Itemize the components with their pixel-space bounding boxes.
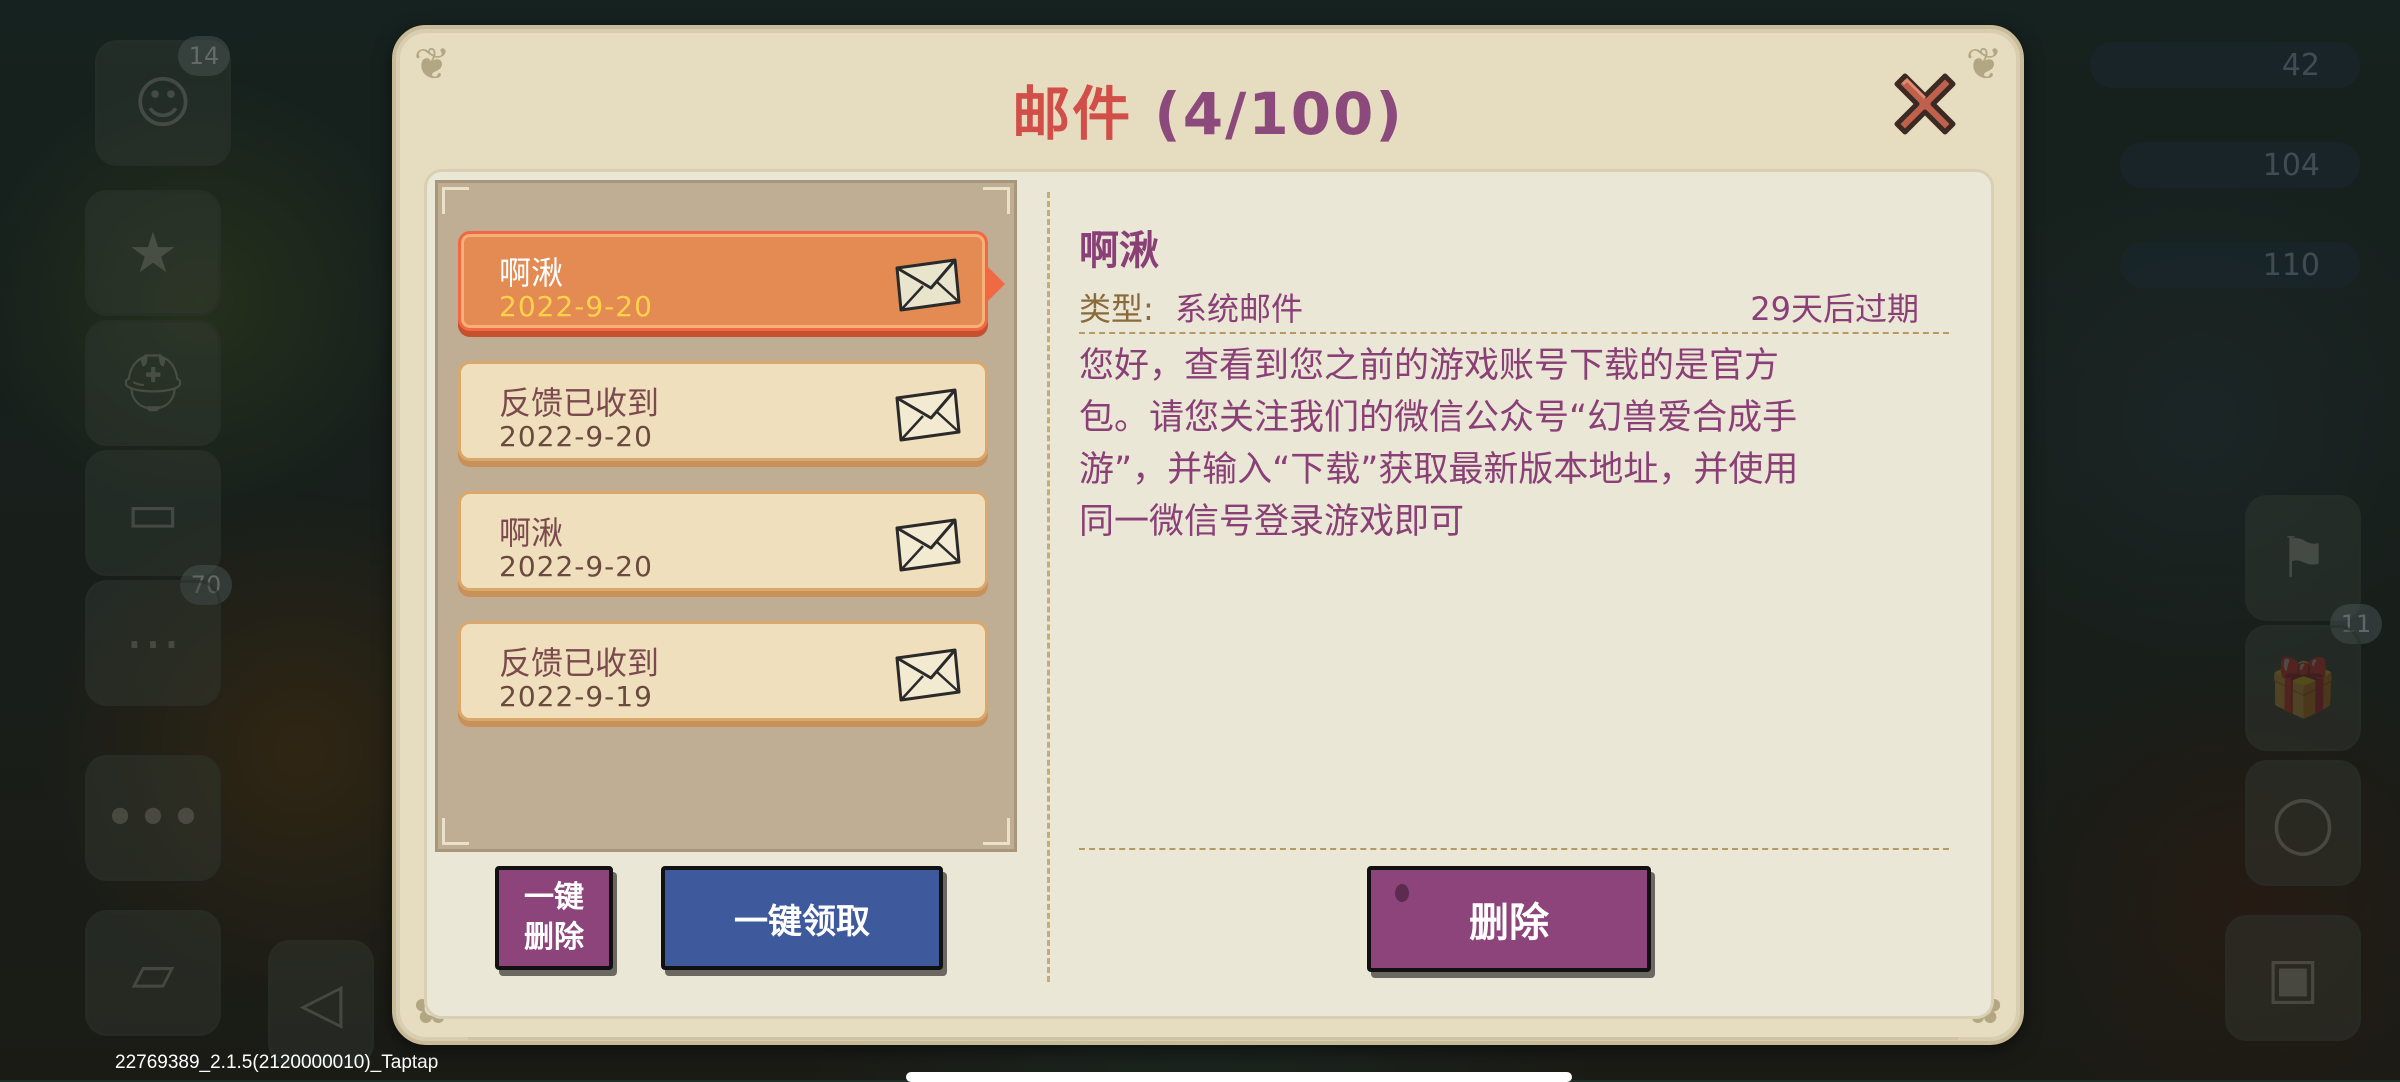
mail-dialog: ❦ ❦ ✿ ✿ 邮件 (4/100) 啊湫 2022-9-20 <box>392 25 2024 1045</box>
home-indicator[interactable] <box>906 1072 1572 1082</box>
mail-list-item[interactable]: 反馈已收到 2022-9-19 <box>458 621 988 721</box>
mail-item-date: 2022-9-20 <box>499 550 653 583</box>
button-shine <box>1395 884 1409 902</box>
title-text: 邮件 <box>1012 80 1133 148</box>
dialog-title: 邮件 (4/100) <box>396 67 2020 151</box>
envelope-icon <box>895 258 961 312</box>
mail-type-label: 类型: <box>1079 290 1154 328</box>
envelope-icon <box>895 648 961 702</box>
mail-item-title: 反馈已收到 <box>499 384 660 422</box>
mail-item-date: 2022-9-20 <box>499 290 653 323</box>
dialog-bottom-line <box>468 1037 1958 1040</box>
mail-list-item[interactable]: 反馈已收到 2022-9-20 <box>458 361 988 461</box>
mail-item-date: 2022-9-20 <box>499 420 653 453</box>
mail-item-title: 啊湫 <box>499 254 564 292</box>
panel-divider <box>1047 192 1050 982</box>
mail-count: (4/100) <box>1154 80 1404 148</box>
mail-item-date: 2022-9-19 <box>499 680 653 713</box>
mail-list[interactable]: 啊湫 2022-9-20 反馈已收到 2022-9-20 啊湫 2022-9-2… <box>435 180 1017 852</box>
delete-all-button[interactable]: 一键 删除 <box>495 866 613 970</box>
build-version: 22769389_2.1.5(2120000010)_Taptap <box>115 1052 439 1073</box>
mail-list-item[interactable]: 啊湫 2022-9-20 <box>458 491 988 591</box>
mail-detail-title: 啊湫 <box>1079 228 1159 274</box>
list-corner <box>442 187 469 214</box>
list-corner <box>442 818 469 845</box>
mail-item-title: 啊湫 <box>499 514 564 552</box>
mail-list-item[interactable]: 啊湫 2022-9-20 <box>458 231 1005 331</box>
claim-all-button[interactable]: 一键领取 <box>661 866 943 970</box>
envelope-icon <box>895 388 961 442</box>
mail-content-panel: 啊湫 2022-9-20 反馈已收到 2022-9-20 啊湫 2022-9-2… <box>424 169 1994 1019</box>
envelope-icon <box>895 518 961 572</box>
close-icon <box>1894 73 1956 135</box>
mail-body-text: 您好，查看到您之前的游戏账号下载的是官方 包。请您关注我们的微信公众号“幻兽爱合… <box>1079 346 1799 542</box>
mail-type-value: 系统邮件 <box>1175 290 1304 328</box>
mail-item-title: 反馈已收到 <box>499 644 660 682</box>
selected-indicator <box>987 266 1005 302</box>
list-corner <box>983 187 1010 214</box>
close-button[interactable] <box>1880 59 1970 149</box>
delete-button[interactable]: 删除 <box>1367 866 1651 972</box>
detail-separator <box>1079 332 1949 334</box>
delete-button-label: 删除 <box>1469 900 1549 946</box>
mail-expire-text: 29天后过期 <box>1750 290 1919 328</box>
detail-separator <box>1079 848 1949 850</box>
list-corner <box>983 818 1010 845</box>
